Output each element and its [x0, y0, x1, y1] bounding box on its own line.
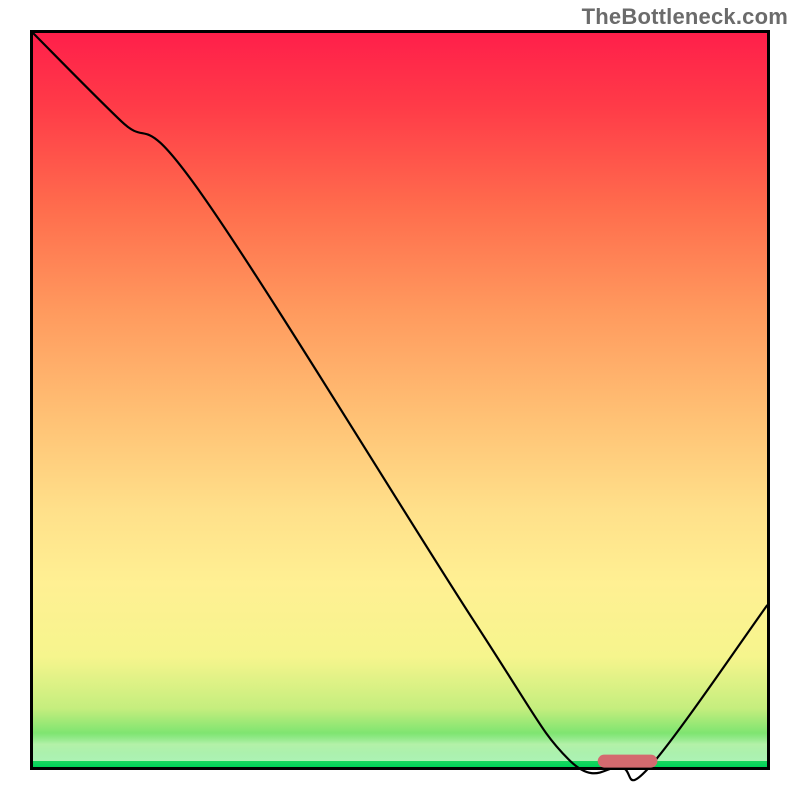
bottleneck-curve: [33, 33, 767, 780]
chart-svg: [33, 33, 767, 767]
optimal-marker: [598, 755, 657, 767]
plot-area: [30, 30, 770, 770]
watermark-text: TheBottleneck.com: [582, 4, 788, 30]
